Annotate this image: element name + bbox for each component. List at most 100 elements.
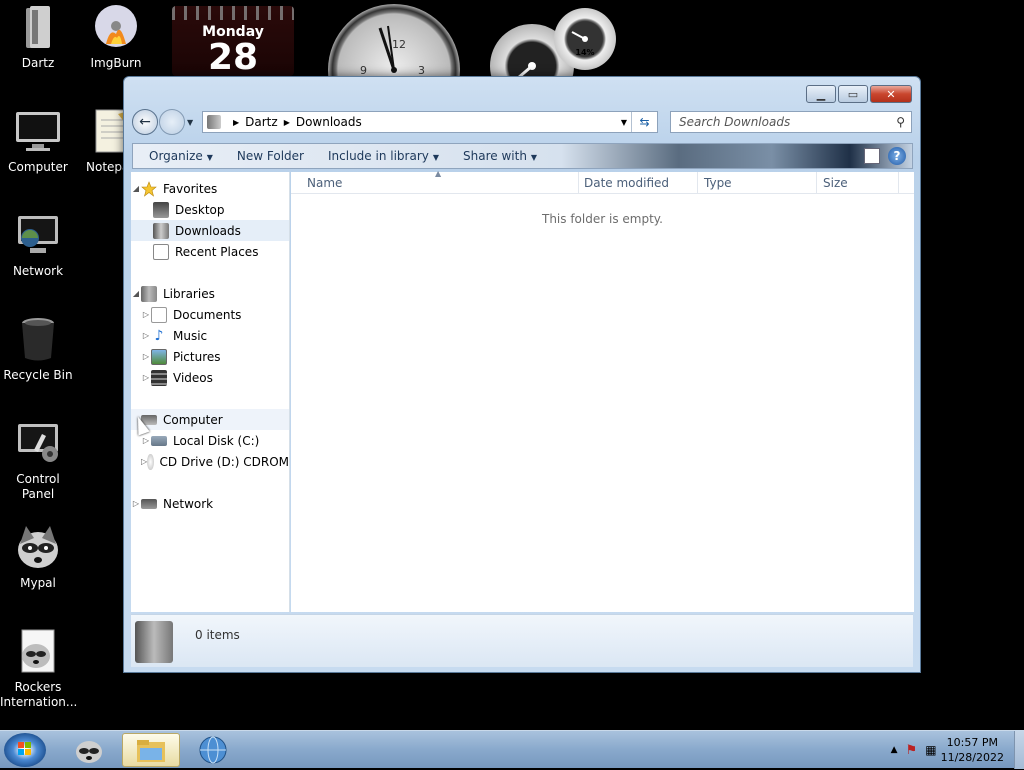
close-icon: ✕ bbox=[886, 87, 896, 101]
column-size[interactable]: Size bbox=[823, 176, 848, 190]
nav-item-desktop[interactable]: Desktop bbox=[131, 199, 289, 220]
details-pane: 0 items bbox=[131, 614, 913, 667]
system-tray: ▲ ⚑ ▦ 10:57 PM 11/28/2022 bbox=[887, 731, 1024, 769]
desktop-icon-mypal[interactable]: Mypal bbox=[0, 524, 76, 591]
desktop-icon-imgburn[interactable]: ImgBurn bbox=[78, 4, 154, 71]
nav-item-cd-drive[interactable]: ▷ CD Drive (D:) CDROM bbox=[131, 451, 289, 472]
chevron-right-icon[interactable]: ▶ bbox=[233, 118, 239, 127]
documents-icon bbox=[151, 306, 167, 323]
address-dropdown-icon[interactable]: ▼ bbox=[621, 118, 627, 127]
column-date-modified[interactable]: Date modified bbox=[584, 176, 669, 190]
desktop-icon-computer[interactable]: Computer bbox=[0, 108, 76, 175]
svg-text:12: 12 bbox=[392, 38, 406, 51]
desktop-icon-notepad[interactable]: Notepa bbox=[78, 108, 124, 175]
search-input[interactable]: Search Downloads ⚲ bbox=[670, 111, 912, 133]
system-clock[interactable]: 10:57 PM 11/28/2022 bbox=[941, 735, 1004, 765]
nav-item-documents[interactable]: ▷ Documents bbox=[131, 304, 289, 325]
desktop-icon-dartz[interactable]: Dartz bbox=[0, 4, 76, 71]
expand-arrow-icon[interactable]: ▷ bbox=[141, 310, 151, 319]
include-in-library-button[interactable]: Include in library ▼ bbox=[320, 149, 447, 163]
meter-gadget-cpu[interactable]: 14% bbox=[554, 8, 616, 70]
film-strip-icon bbox=[151, 369, 167, 386]
desktop-icon-rockers[interactable]: Rockers Internation... bbox=[0, 628, 77, 710]
nav-item-computer[interactable]: Computer bbox=[131, 409, 289, 430]
expand-arrow-icon[interactable]: ▷ bbox=[141, 352, 151, 361]
network-icon bbox=[141, 498, 157, 509]
preview-pane-icon[interactable] bbox=[864, 148, 880, 164]
expand-arrow-icon[interactable]: ▷ bbox=[141, 436, 151, 445]
nav-item-recent-places[interactable]: Recent Places bbox=[131, 241, 289, 262]
action-center-flag-icon[interactable]: ⚑ bbox=[906, 743, 918, 758]
search-placeholder: Search Downloads bbox=[679, 115, 791, 129]
downloads-folder-icon bbox=[135, 621, 173, 663]
forward-button[interactable] bbox=[159, 109, 185, 135]
nav-item-pictures[interactable]: ▷ Pictures bbox=[131, 346, 289, 367]
network-status-icon[interactable]: ▦ bbox=[925, 743, 936, 757]
new-folder-button[interactable]: New Folder bbox=[229, 149, 312, 163]
recent-pages-dropdown[interactable]: ▼ bbox=[187, 118, 197, 127]
breadcrumb-dartz[interactable]: Dartz bbox=[245, 115, 278, 129]
explorer-window[interactable]: ▁ ▭ ✕ ← ▼ ▶ Dartz ▶ Downloads ▼ ⇆ Search… bbox=[123, 76, 921, 673]
column-name[interactable]: Name bbox=[307, 176, 342, 190]
nav-item-videos[interactable]: ▷ Videos bbox=[131, 367, 289, 388]
column-headers: Name ▲ Date modified Type Size bbox=[291, 169, 914, 194]
maximize-icon: ▭ bbox=[847, 87, 859, 101]
refresh-button[interactable]: ⇆ bbox=[631, 112, 657, 132]
minimize-icon: ▁ bbox=[816, 87, 826, 101]
nav-item-favorites[interactable]: ◢ Favorites bbox=[131, 178, 289, 199]
taskbar-mypal-button[interactable] bbox=[60, 733, 118, 767]
raccoon-icon bbox=[76, 741, 102, 763]
folder-location-icon bbox=[207, 115, 221, 129]
desktop-icon-control-panel[interactable]: Control Panel bbox=[0, 420, 76, 502]
column-type[interactable]: Type bbox=[704, 176, 732, 190]
breadcrumb-downloads[interactable]: Downloads bbox=[296, 115, 362, 129]
file-list[interactable]: Name ▲ Date modified Type Size This fold… bbox=[291, 169, 914, 612]
nav-item-network[interactable]: ▷ Network bbox=[131, 493, 289, 514]
collapse-arrow-icon[interactable]: ◢ bbox=[131, 184, 141, 193]
nav-label: Local Disk (C:) bbox=[173, 433, 260, 448]
organize-button[interactable]: Organize ▼ bbox=[141, 149, 221, 163]
show-desktop-button[interactable] bbox=[1014, 731, 1024, 769]
nav-label: Videos bbox=[173, 370, 213, 385]
expand-arrow-icon[interactable]: ▷ bbox=[141, 373, 151, 382]
address-bar[interactable]: ▶ Dartz ▶ Downloads ▼ ⇆ bbox=[202, 111, 658, 133]
notepad-icon bbox=[92, 108, 124, 156]
show-hidden-icons-icon[interactable]: ▲ bbox=[891, 745, 898, 755]
nav-label: Desktop bbox=[175, 202, 225, 217]
refresh-icon: ⇆ bbox=[639, 115, 650, 129]
nav-item-music[interactable]: ▷ ♪ Music bbox=[131, 325, 289, 346]
close-button[interactable]: ✕ bbox=[870, 85, 912, 103]
recycle-bin-icon bbox=[14, 316, 62, 364]
maximize-button[interactable]: ▭ bbox=[838, 85, 868, 103]
music-note-icon: ♪ bbox=[154, 327, 164, 344]
start-button[interactable] bbox=[4, 733, 46, 767]
nav-label: Downloads bbox=[175, 223, 241, 238]
expand-arrow-icon[interactable]: ▷ bbox=[131, 499, 141, 508]
search-icon[interactable]: ⚲ bbox=[896, 115, 905, 129]
desktop-icon-label: Recycle Bin bbox=[3, 368, 73, 382]
expand-arrow-icon[interactable]: ▷ bbox=[141, 331, 151, 340]
back-button[interactable]: ← bbox=[132, 109, 158, 135]
help-icon[interactable]: ? bbox=[888, 147, 906, 165]
nav-label: CD Drive (D:) CDROM bbox=[159, 454, 289, 469]
navigation-pane[interactable]: ◢ Favorites Desktop Downloads Recent Pla… bbox=[131, 172, 290, 612]
calendar-gadget[interactable]: Monday 28 bbox=[172, 6, 294, 76]
desktop-icon-recycle-bin[interactable]: Recycle Bin bbox=[0, 316, 76, 383]
windows-logo-icon bbox=[18, 742, 31, 755]
command-bar: Organize ▼ New Folder Include in library ▼… bbox=[132, 143, 913, 169]
taskbar-ie-button[interactable] bbox=[184, 733, 242, 767]
calendar-rings bbox=[172, 6, 294, 20]
share-with-button[interactable]: Share with ▼ bbox=[455, 149, 545, 163]
taskbar-explorer-button[interactable] bbox=[122, 733, 180, 767]
chevron-down-icon: ▼ bbox=[530, 153, 538, 162]
collapse-arrow-icon[interactable]: ◢ bbox=[131, 289, 141, 298]
empty-folder-message: This folder is empty. bbox=[542, 212, 663, 226]
nav-item-local-disk[interactable]: ▷ Local Disk (C:) bbox=[131, 430, 289, 451]
caption-buttons: ▁ ▭ ✕ bbox=[806, 85, 912, 103]
nav-item-libraries[interactable]: ◢ Libraries bbox=[131, 283, 289, 304]
computer-monitor-icon bbox=[14, 108, 62, 156]
minimize-button[interactable]: ▁ bbox=[806, 85, 836, 103]
nav-item-downloads[interactable]: Downloads bbox=[131, 220, 289, 241]
desktop-icon-network[interactable]: Network bbox=[0, 212, 76, 279]
chevron-right-icon[interactable]: ▶ bbox=[284, 118, 290, 127]
